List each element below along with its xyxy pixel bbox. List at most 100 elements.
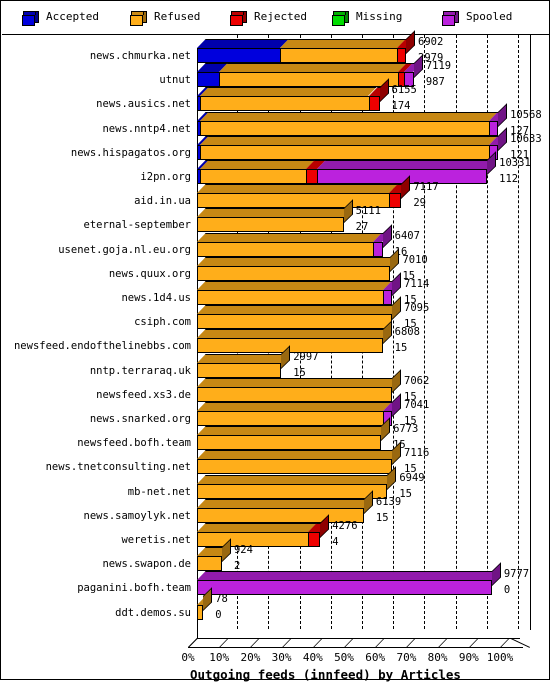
bar-segment-top-refused [197,208,353,218]
bar-segment-top-refused [197,450,401,460]
category-label: newsfeed.endofthelinebbs.com [13,340,191,353]
bar-segment-refused [197,265,391,281]
bar-segment-top-refused [200,160,315,169]
x-axis-tick-label: 0% [181,651,195,664]
x-axis-tick-label: 10% [209,651,230,664]
bar-segment-top-accepted [197,39,289,48]
bar-value-total: 4276 [332,520,358,532]
plot-area: news.chmurka.net 6902 2979 utnut 7119 987 news… [2,30,550,682]
chart-frame: Accepted Refused Rejected Missing Spooled ne… [0,0,550,682]
bar-value-total: 7119 [425,60,452,73]
legend-item-label: Accepted [46,10,99,23]
bar-value-total: 7041 [404,399,430,411]
category-label: weretis.net [121,534,191,546]
bar-segment-refused [197,459,392,475]
bar-row [197,223,520,257]
bar-segment-top-refused [197,353,290,363]
bar-value-secondary: 0 [215,608,222,621]
bar-segment-spooled [373,241,383,257]
bar-value-total: 7095 [404,302,430,315]
bar-row [197,538,520,572]
bar-value-total: 7117 [413,181,439,194]
bar-row [197,393,520,426]
bar-row [197,465,520,499]
bar-segment-top-refused [197,305,401,315]
bar-value-total: 7114 [404,278,430,290]
category-label: news.snarked.org [89,413,191,425]
category-label: i2pn.org [140,171,191,183]
bar-value-total: 6139 [375,495,402,508]
bar-value-secondary: 15 [293,366,306,379]
x-axis-tick [250,638,261,647]
bar-segment-top-refused [197,377,401,387]
bar-value-total: 6773 [393,423,419,436]
category-label: utnut [159,74,191,87]
bar-segment-refused [197,217,344,233]
bar-segment-top-refused [279,39,406,48]
bar-segment-top-spooled [197,571,501,581]
bar-row [197,127,520,160]
bar-segment-top-refused [200,87,378,97]
category-label: news.hispagatos.org [70,146,191,159]
bar-segment-refused [197,411,383,426]
bar-value-secondary: 15 [394,342,408,355]
bar-segment-refused [200,96,369,112]
bar-value-secondary: 174 [391,100,411,113]
bar-row [197,272,520,305]
bar-segment-top-refused [197,426,390,436]
bar-segment-spooled [488,120,499,136]
x-axis-tick-label: 80% [427,651,448,664]
bar-value-total: 924 [233,544,253,557]
bar-value-total: 6407 [394,229,420,242]
bar-row [197,102,520,136]
bar-value-total: 2997 [293,350,319,363]
x-axis-tick [500,638,510,647]
bar-segment-rejected [306,169,318,184]
bar-value-total: 7062 [404,374,430,387]
bar-value-secondary: 987 [425,76,445,89]
bar-segment-refused [200,120,489,136]
bar-row [197,248,520,281]
bar-segment-refused [197,435,382,451]
bar-value-total: 78 [215,592,228,605]
bar-segment-refused [197,483,388,499]
bar-value-total: 9777 [503,568,530,581]
bar-segment-refused [200,144,489,160]
bar-row [197,78,520,112]
bar-segment-rejected [368,96,380,112]
category-label: eternal-september [83,219,191,232]
bar-segment-top-refused [197,281,392,290]
x-axis-tick-label: 90% [458,651,479,664]
bar-segment-top-refused [197,474,397,484]
bar-row [197,320,520,354]
bar-segment-top-refused [197,329,392,339]
bar-value-secondary: 4 [332,536,339,548]
bar-segment-rejected [307,532,321,547]
plot-right-wall [530,35,531,630]
bar-segment-rejected [396,48,407,63]
category-label: news.nntp4.net [102,122,191,135]
bar-segment-top-spooled [317,160,496,169]
x-axis-tick [188,638,198,647]
bar-row [197,490,520,523]
x-axis-tick-label: 70% [396,651,417,664]
bar-row [197,296,520,330]
cube-icon [230,11,247,26]
bar-segment-top-refused [197,523,317,532]
cube-icon [332,11,349,26]
x-axis-tick [375,638,386,647]
bar-row [197,417,520,451]
x-axis-tick [469,638,479,647]
bar-value-total: 6155 [391,84,417,97]
x-axis-tick [437,638,448,647]
bar-segment-rejected [388,193,402,209]
bar-value-total: 6902 [418,36,444,48]
category-label: newsfeed.xs3.de [96,388,191,401]
bar-segment-top-refused [197,256,400,266]
bar-value-total: 10568 [510,108,542,121]
bar-row [197,30,520,63]
legend-item-label: Refused [154,10,201,23]
bar-row [197,562,520,596]
bar-value-total: 10633 [510,132,542,145]
bar-segment-top-refused [218,63,407,73]
